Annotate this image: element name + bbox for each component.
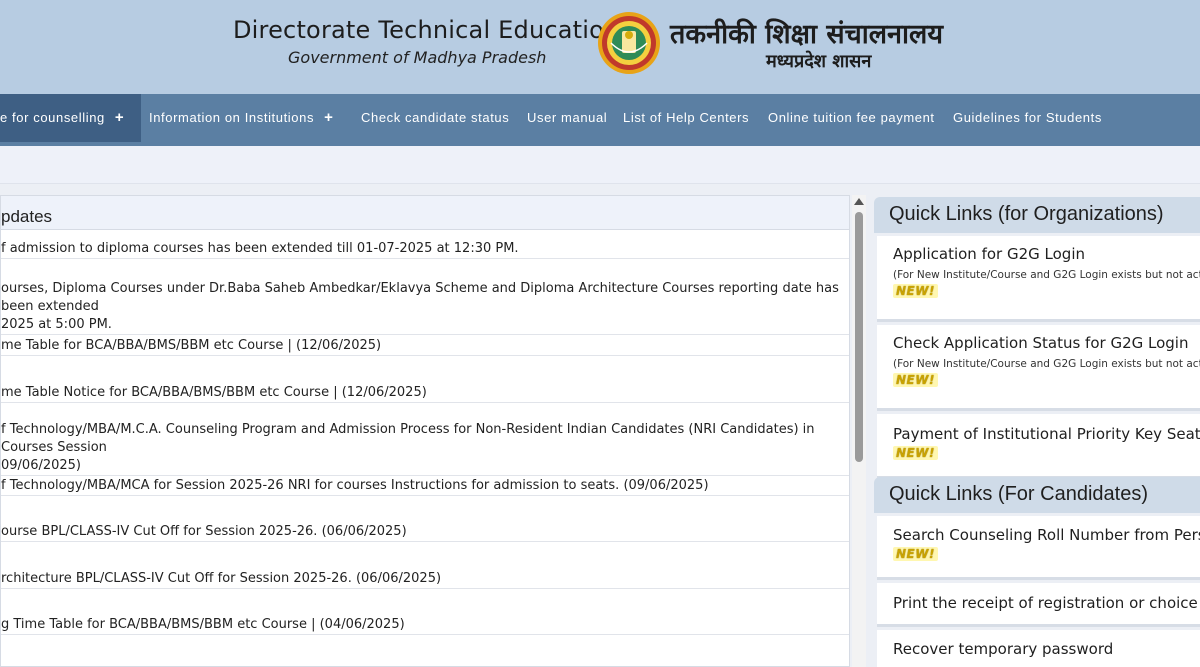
update-row[interactable]: ourse BPL/CLASS-IV Cut Off for Session 2… — [1, 523, 849, 542]
quick-link-g2g-application[interactable]: Application for G2G Login (For New Insti… — [877, 236, 1200, 322]
new-badge: NEW! — [893, 284, 938, 298]
update-text: f admission to diploma courses has been … — [1, 241, 519, 256]
update-row[interactable]: me Table Notice for BCA/BBA/BMS/BBM etc … — [1, 384, 849, 403]
update-row[interactable]: ourses, Diploma Courses under Dr.Baba Sa… — [1, 280, 849, 335]
scrollbar-thumb[interactable] — [855, 212, 863, 462]
nav-expand-plus-icon: + — [324, 109, 334, 126]
update-row[interactable]: rchitecture BPL/CLASS-IV Cut Off for Ses… — [1, 570, 849, 589]
update-text: ourse BPL/CLASS-IV Cut Off for Session 2… — [1, 524, 407, 539]
nav-item-guidelines[interactable]: Guidelines for Students — [953, 94, 1102, 142]
update-row[interactable]: f admission to diploma courses has been … — [1, 240, 849, 259]
update-text: ourses, Diploma Courses under Dr.Baba Sa… — [1, 281, 839, 314]
quick-link-g2g-status[interactable]: Check Application Status for G2G Login (… — [877, 325, 1200, 411]
update-text-cont: 2025 at 5:00 PM. — [1, 317, 112, 332]
update-row[interactable]: f Technology/MBA/MCA for Session 2025-26… — [1, 477, 849, 496]
quick-link-subtitle: (For New Institute/Course and G2G Login … — [893, 269, 1200, 281]
scroll-up-arrow-icon[interactable] — [853, 197, 865, 207]
quick-link-title: Application for G2G Login — [893, 245, 1085, 263]
nav-item-help-centers[interactable]: List of Help Centers — [623, 94, 749, 142]
quick-links-org-heading: Quick Links (for Organizations) — [874, 197, 1200, 233]
site-header: Directorate Technical Education Governme… — [0, 0, 1200, 94]
nav-item-tuition-fee-payment[interactable]: Online tuition fee payment — [768, 94, 935, 142]
updates-panel: pdates f admission to diploma courses ha… — [0, 195, 850, 667]
quick-link-search-roll-number[interactable]: Search Counseling Roll Number from Perso… — [877, 516, 1200, 580]
update-text: rchitecture BPL/CLASS-IV Cut Off for Ses… — [1, 571, 442, 586]
update-row[interactable]: g Time Table for BCA/BBA/BMS/BBM etc Cou… — [1, 616, 849, 635]
quick-link-title: Check Application Status for G2G Login — [893, 334, 1189, 352]
update-text: g Time Table for BCA/BBA/BMS/BBM etc Cou… — [1, 617, 405, 632]
new-badge: NEW! — [893, 446, 938, 460]
update-text: me Table Notice for BCA/BBA/BMS/BBM etc … — [1, 385, 427, 400]
quick-link-print-receipt[interactable]: Print the receipt of registration or cho… — [877, 583, 1200, 627]
header-title-hi: तकनीकी शिक्षा संचालनालय — [670, 19, 943, 50]
update-text: me Table for BCA/BBA/BMS/BBM etc Course … — [1, 338, 382, 353]
nav-item-label: e for counselling — [0, 110, 105, 125]
header-title-en: Directorate Technical Education — [233, 16, 620, 44]
nav-expand-plus-icon: + — [114, 109, 125, 126]
new-badge: NEW! — [893, 547, 938, 561]
new-badge: NEW! — [893, 373, 938, 387]
nav-item-information-institutions[interactable]: Information on Institutions + — [149, 94, 333, 142]
main-navbar: e for counselling + Information on Instit… — [0, 94, 1200, 146]
quick-links-cand-heading: Quick Links (For Candidates) — [874, 477, 1200, 513]
header-subtitle-en: Government of Madhya Pradesh — [288, 48, 547, 67]
updates-heading: pdates — [1, 196, 849, 230]
header-subtitle-hi: मध्यप्रदेश शासन — [766, 51, 872, 72]
quick-link-title: Search Counseling Roll Number from Perso… — [893, 526, 1200, 544]
sub-bar — [0, 146, 1200, 184]
update-text-cont: 09/06/2025) — [1, 458, 81, 473]
quick-link-title: Payment of Institutional Priority Key Se… — [893, 425, 1200, 443]
quick-link-subtitle: (For New Institute/Course and G2G Login … — [893, 358, 1200, 370]
nav-item-user-manual[interactable]: User manual — [527, 94, 607, 142]
nav-item-counselling[interactable]: e for counselling + — [0, 94, 141, 142]
quick-link-title: Print the receipt of registration or cho… — [893, 594, 1200, 612]
update-row[interactable]: f Technology/MBA/M.C.A. Counseling Progr… — [1, 421, 849, 476]
nav-item-check-candidate-status[interactable]: Check candidate status — [361, 94, 509, 142]
quick-link-priority-key-seat[interactable]: Payment of Institutional Priority Key Se… — [877, 414, 1200, 479]
update-row[interactable]: me Table for BCA/BBA/BMS/BBM etc Course … — [1, 337, 849, 356]
update-text: f Technology/MBA/M.C.A. Counseling Progr… — [1, 422, 815, 455]
quick-link-title: Recover temporary password — [893, 640, 1114, 658]
quick-link-recover-password[interactable]: Recover temporary password — [877, 630, 1200, 667]
mp-government-emblem-icon — [598, 12, 660, 74]
nav-item-label: Information on Institutions — [149, 110, 315, 125]
update-text: f Technology/MBA/MCA for Session 2025-26… — [1, 478, 709, 493]
